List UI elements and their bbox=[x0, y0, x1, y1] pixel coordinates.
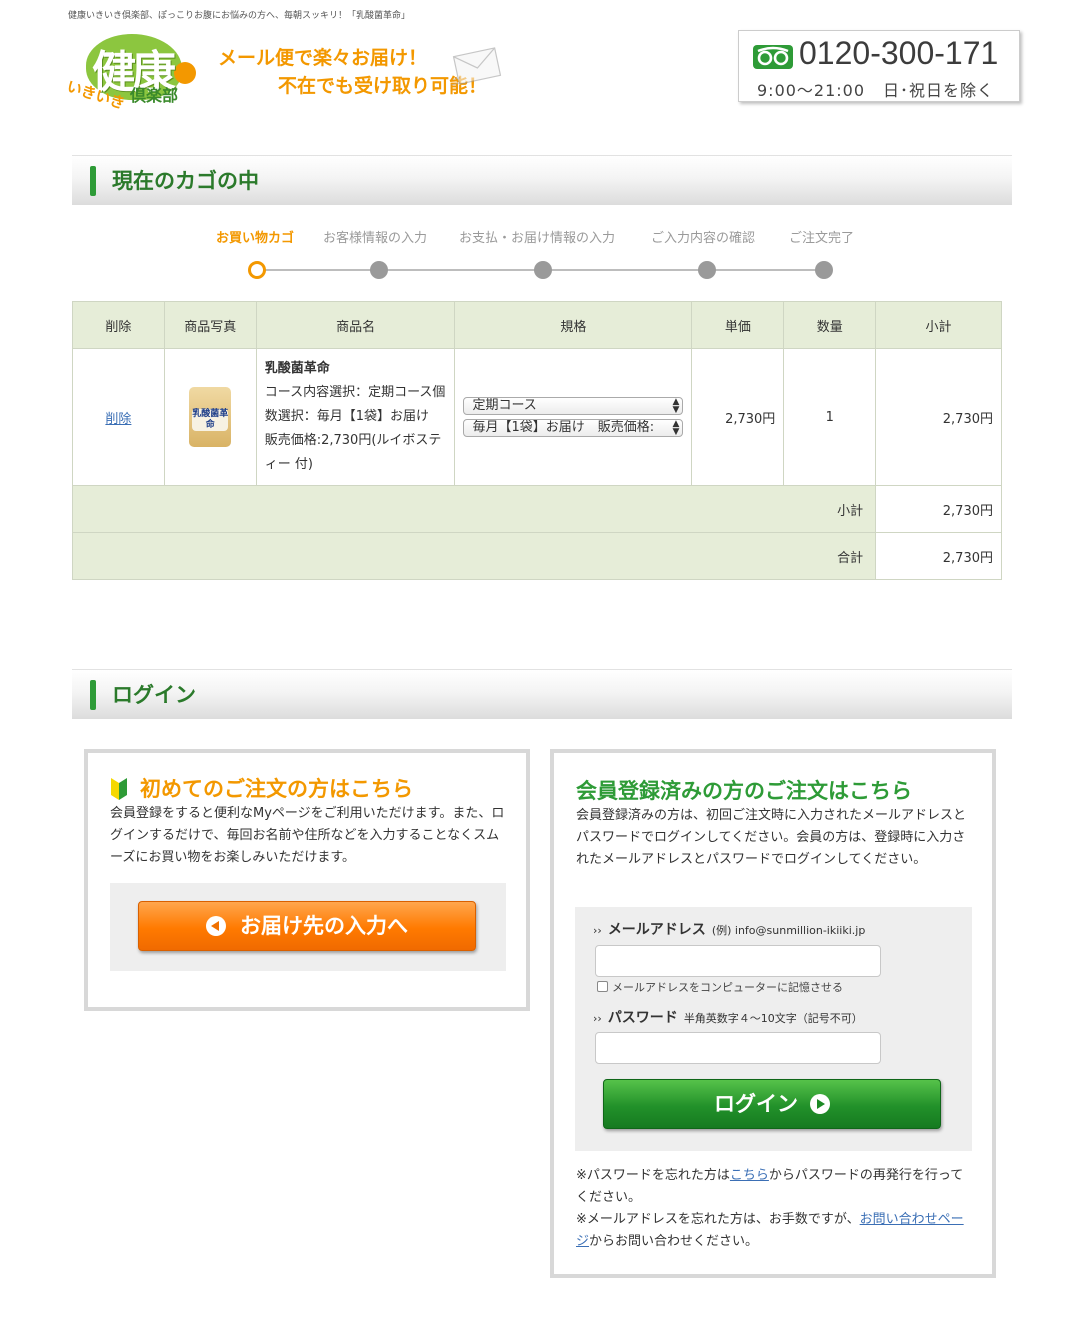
first-order-title: 初めてのご注文の方はこちら bbox=[140, 777, 413, 801]
business-hours: 9:00～21:00 日･祝日を除く bbox=[757, 77, 994, 101]
arrow-right-icon bbox=[810, 1094, 830, 1114]
member-login-description: 会員登録済みの方は、初回ご注文時に入力されたメールアドレスとパスワードでログイン… bbox=[576, 808, 967, 867]
product-thumbnail[interactable]: 乳酸菌革命 bbox=[189, 387, 232, 447]
password-reset-link[interactable]: こちら bbox=[730, 1168, 769, 1183]
quantity-select[interactable]: 毎月【1袋】お届け 販売価格: ▲ ▼ bbox=[463, 419, 684, 437]
spec-cell: 定期コース ▲ ▼ 毎月【1袋】お届け 販売価格: ▲ ▼ bbox=[454, 348, 693, 486]
email-example: (例) info@sunmillion-ikiiki.jp bbox=[711, 924, 866, 937]
section-marker bbox=[90, 680, 96, 710]
forgot-email-text-end: からお問い合わせください。 bbox=[589, 1234, 759, 1249]
col-header-quantity: 数量 bbox=[783, 301, 877, 349]
forgot-password-note: ※パスワードを忘れた方はこちらからパスワードの再発行を行ってください。 bbox=[576, 1165, 974, 1209]
col-header-delete: 削除 bbox=[72, 301, 165, 349]
phone-number: 0120-300-171 bbox=[799, 35, 999, 71]
checkout-progress: お買い物カゴ お客様情報の入力 お支払・お届け情報の入力 ご入力内容の確認 ご注… bbox=[0, 224, 1077, 284]
chevron-right-icon: ›› bbox=[593, 924, 602, 937]
step-dot-customer-info bbox=[370, 261, 388, 279]
course-select[interactable]: 定期コース ▲ ▼ bbox=[463, 397, 684, 415]
arrow-left-icon bbox=[206, 916, 226, 936]
col-header-photo: 商品写真 bbox=[163, 301, 257, 349]
delivery-address-button-label: お届け先の入力へ bbox=[240, 914, 408, 938]
freedial-icon bbox=[753, 45, 793, 69]
cart-table: 削除 商品写真 商品名 規格 単価 数量 小計 削除 乳酸菌革命 乳酸菌革命 コ… bbox=[71, 301, 1002, 580]
total-value: 2,730円 bbox=[875, 532, 1002, 580]
remember-email-label: メールアドレスをコンピューターに記憶させる bbox=[612, 981, 843, 994]
col-header-unit-price: 単価 bbox=[691, 301, 785, 349]
step-dot-complete bbox=[815, 261, 833, 279]
promo-line-1: メール便で楽々お届け！ bbox=[218, 47, 428, 69]
member-login-panel: 会員登録済みの方のご注文はこちら 会員登録済みの方は、初回ご注文時に入力されたメ… bbox=[550, 749, 996, 1278]
cart-section-header: 現在のカゴの中 bbox=[72, 155, 1012, 205]
delete-cell: 削除 bbox=[72, 348, 165, 486]
step-label-cart: お買い物カゴ bbox=[216, 231, 295, 246]
step-dot-cart bbox=[248, 261, 266, 279]
forgot-email-note: ※メールアドレスを忘れた方は、お手数ですが、お問い合わせページからお問い合わせく… bbox=[576, 1209, 974, 1253]
password-label: ›› パスワード 半角英数字４～10文字（記号不可） bbox=[593, 1007, 863, 1027]
forgot-email-text: ※メールアドレスを忘れた方は、お手数ですが、 bbox=[576, 1212, 860, 1227]
logo-sun bbox=[174, 62, 196, 84]
password-note: 半角英数字４～10文字（記号不可） bbox=[683, 1012, 863, 1025]
product-description: コース内容選択：定期コース個数選択：毎月【1袋】お届け 販売価格:2,730円(… bbox=[264, 385, 446, 472]
photo-cell: 乳酸菌革命 bbox=[163, 348, 257, 486]
chevron-right-icon: ›› bbox=[593, 1012, 602, 1025]
quantity-select-value: 毎月【1袋】お届け 販売価格: bbox=[472, 420, 655, 435]
login-section-title: ログイン bbox=[112, 683, 196, 707]
subtotal-value: 2,730円 bbox=[875, 485, 1002, 533]
col-header-spec: 規格 bbox=[454, 301, 693, 349]
step-label-customer-info: お客様情報の入力 bbox=[323, 231, 428, 246]
step-label-confirm: ご入力内容の確認 bbox=[651, 231, 756, 246]
promo-line-2: 不在でも受け取り可能！ bbox=[278, 75, 488, 97]
delete-link[interactable]: 削除 bbox=[105, 412, 131, 427]
first-order-panel: 初めてのご注文の方はこちら 会員登録をすると便利なMyページをご利用いただけます… bbox=[84, 749, 530, 1011]
subtotal-row: 小計 2,730円 bbox=[71, 485, 1002, 533]
checkbox-icon[interactable] bbox=[597, 981, 608, 992]
login-form: ›› メールアドレス (例) info@sunmillion-ikiiki.jp メ… bbox=[575, 907, 972, 1151]
site-logo[interactable]: 健康 いきいき 倶楽部 bbox=[64, 32, 199, 113]
course-select-value: 定期コース bbox=[472, 398, 537, 413]
col-header-subtotal: 小計 bbox=[875, 301, 1002, 349]
subtotal-label: 小計 bbox=[71, 485, 877, 533]
select-arrows-icon: ▲ ▼ bbox=[672, 397, 680, 415]
hours-text: 9:00～21:00 bbox=[757, 81, 866, 100]
promo-banner: メール便で楽々お届け！ 不在でも受け取り可能！ bbox=[218, 44, 487, 100]
beginner-mark-icon bbox=[111, 778, 127, 800]
step-dot-payment-delivery bbox=[534, 261, 552, 279]
first-order-button-area: お届け先の入力へ bbox=[110, 883, 506, 971]
forgot-password-text: ※パスワードを忘れた方は bbox=[576, 1168, 730, 1183]
remember-email-checkbox[interactable]: メールアドレスをコンピューターに記憶させる bbox=[597, 979, 843, 995]
delivery-address-button[interactable]: お届け先の入力へ bbox=[138, 901, 476, 951]
total-row: 合計 2,730円 bbox=[71, 532, 1002, 580]
password-field[interactable] bbox=[595, 1032, 881, 1064]
table-row: 削除 乳酸菌革命 乳酸菌革命 コース内容選択：定期コース個数選択：毎月【1袋】お… bbox=[72, 348, 1002, 486]
login-button-label: ログイン bbox=[714, 1092, 798, 1116]
product-name-cell: 乳酸菌革命 コース内容選択：定期コース個数選択：毎月【1袋】お届け 販売価格:2… bbox=[255, 348, 456, 486]
password-label-text: パスワード bbox=[607, 1010, 678, 1026]
product-thumbnail-label: 乳酸菌革命 bbox=[192, 409, 229, 431]
quantity-cell: 1 bbox=[783, 348, 877, 486]
col-header-name: 商品名 bbox=[255, 301, 456, 349]
total-label: 合計 bbox=[71, 532, 877, 580]
section-marker bbox=[90, 166, 96, 196]
email-label-text: メールアドレス bbox=[607, 922, 706, 938]
first-order-description: 会員登録をすると便利なMyページをご利用いただけます。また、ログインするだけで、… bbox=[110, 806, 505, 865]
product-name: 乳酸菌革命 bbox=[264, 361, 330, 376]
cart-section-title: 現在のカゴの中 bbox=[112, 169, 259, 193]
item-subtotal-cell: 2,730円 bbox=[875, 348, 1002, 486]
site-tagline: 健康いきいき倶楽部、ぽっこりお腹にお悩みの方へ、毎朝スッキリ！「乳酸菌革命」 bbox=[68, 11, 411, 21]
email-label: ›› メールアドレス (例) info@sunmillion-ikiiki.jp bbox=[593, 919, 865, 939]
phone-contact-box[interactable]: 0120-300-171 9:00～21:00 日･祝日を除く bbox=[738, 30, 1020, 102]
envelope-icon bbox=[451, 47, 502, 86]
step-label-payment-delivery: お支払・お届け情報の入力 bbox=[459, 231, 616, 246]
step-label-complete: ご注文完了 bbox=[789, 231, 855, 246]
cart-header-row: 削除 商品写真 商品名 規格 単価 数量 小計 bbox=[72, 301, 1002, 349]
logo-sub-text-2: 倶楽部 bbox=[130, 86, 179, 105]
login-section-header: ログイン bbox=[72, 669, 1012, 719]
step-dot-confirm bbox=[698, 261, 716, 279]
select-arrows-icon: ▲ ▼ bbox=[672, 419, 680, 437]
closed-days-text: 日･祝日を除く bbox=[883, 81, 995, 100]
unit-price-cell: 2,730円 bbox=[691, 348, 785, 486]
login-button[interactable]: ログイン bbox=[603, 1079, 941, 1129]
member-login-title: 会員登録済みの方のご注文はこちら bbox=[576, 779, 912, 803]
email-field[interactable] bbox=[595, 945, 881, 977]
